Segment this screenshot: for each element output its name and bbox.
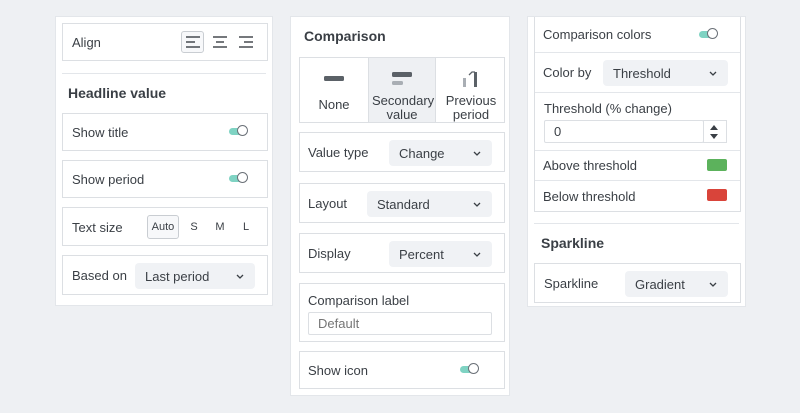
none-icon xyxy=(324,76,344,81)
align-center-icon xyxy=(213,36,227,48)
comparison-option-secondary-value-label: Secondary value xyxy=(372,93,435,122)
text-size-row: Text size Auto S M L xyxy=(62,207,268,246)
threshold-label: Threshold (% change) xyxy=(544,101,672,116)
chevron-down-icon xyxy=(236,274,244,279)
based-on-value: Last period xyxy=(145,268,210,284)
comparison-colors-toggle[interactable] xyxy=(699,28,718,39)
sparkline-label: Sparkline xyxy=(544,276,599,291)
show-icon-label: Show icon xyxy=(308,363,368,378)
sparkline-row: Sparkline Gradient xyxy=(534,263,741,303)
value-type-row: Value type Change xyxy=(299,132,505,172)
text-size-label: Text size xyxy=(72,220,123,235)
above-threshold-color-swatch[interactable] xyxy=(707,159,727,171)
comparison-colors-box: Comparison colors Color by Threshold Thr… xyxy=(534,17,741,212)
text-size-auto[interactable]: Auto xyxy=(147,215,179,239)
layout-row: Layout Standard xyxy=(299,183,505,223)
show-icon-toggle[interactable] xyxy=(460,363,479,374)
comparison-option-secondary-value[interactable]: Secondary value xyxy=(368,58,436,122)
below-threshold-label: Below threshold xyxy=(543,188,636,204)
text-size-m[interactable]: M xyxy=(211,215,229,239)
comparison-option-none-label: None xyxy=(318,97,350,112)
threshold-value: 0 xyxy=(554,124,562,139)
display-select[interactable]: Percent xyxy=(389,241,492,267)
layout-label: Layout xyxy=(308,196,348,211)
chevron-down-icon xyxy=(709,71,717,76)
value-type-value: Change xyxy=(399,145,445,161)
previous-period-icon xyxy=(463,71,477,87)
threshold-stepper[interactable] xyxy=(703,120,727,143)
show-title-label: Show title xyxy=(72,125,129,140)
divider xyxy=(534,223,739,224)
show-period-label: Show period xyxy=(72,172,145,187)
chevron-down-icon xyxy=(473,252,481,257)
align-left-icon xyxy=(186,36,200,48)
align-center-button[interactable] xyxy=(210,31,230,53)
comparison-label-row: Comparison label xyxy=(299,283,505,342)
display-label: Display xyxy=(308,246,351,261)
align-label: Align xyxy=(72,35,101,50)
comparison-option-previous-period[interactable]: Previous period xyxy=(436,58,506,122)
sparkline-heading: Sparkline xyxy=(541,235,605,251)
secondary-value-icon xyxy=(392,72,412,85)
comparison-panel: Comparison None Secondary value Previous… xyxy=(290,16,510,396)
display-row: Display Percent xyxy=(299,233,505,273)
comparison-option-none[interactable]: None xyxy=(300,58,368,122)
threshold-row: Threshold (% change) 0 xyxy=(535,93,740,151)
sparkline-select[interactable]: Gradient xyxy=(625,271,728,297)
color-by-select[interactable]: Threshold xyxy=(603,60,728,86)
value-type-label: Value type xyxy=(308,145,369,160)
layout-select[interactable]: Standard xyxy=(367,191,492,217)
comparison-heading: Comparison xyxy=(304,28,386,44)
display-value: Percent xyxy=(399,246,444,262)
based-on-select[interactable]: Last period xyxy=(135,263,255,289)
colors-panel: Comparison colors Color by Threshold Thr… xyxy=(527,16,746,307)
caret-down-icon[interactable] xyxy=(710,134,718,139)
based-on-row: Based on Last period xyxy=(62,255,268,295)
divider xyxy=(62,73,266,74)
show-title-row: Show title xyxy=(62,113,268,151)
comparison-label-label: Comparison label xyxy=(308,293,410,308)
chevron-down-icon xyxy=(473,151,481,156)
text-size-selector: Auto S M L xyxy=(147,215,257,239)
text-size-s[interactable]: S xyxy=(185,215,203,239)
color-by-value: Threshold xyxy=(613,65,671,81)
align-left-button[interactable] xyxy=(181,31,204,53)
show-period-row: Show period xyxy=(62,160,268,198)
value-type-select[interactable]: Change xyxy=(389,140,492,166)
sparkline-value: Gradient xyxy=(635,276,685,292)
based-on-label: Based on xyxy=(72,268,127,283)
comparison-option-previous-period-label: Previous period xyxy=(445,93,497,122)
align-right-button[interactable] xyxy=(236,31,256,53)
headline-value-heading: Headline value xyxy=(68,85,167,101)
caret-up-icon[interactable] xyxy=(710,125,718,130)
comparison-options: None Secondary value Previous period xyxy=(299,57,505,123)
layout-value: Standard xyxy=(377,196,430,212)
text-size-l[interactable]: L xyxy=(237,215,255,239)
comparison-colors-label: Comparison colors xyxy=(543,27,652,42)
below-threshold-color-swatch[interactable] xyxy=(707,189,727,201)
show-period-toggle[interactable] xyxy=(229,172,248,183)
show-title-toggle[interactable] xyxy=(229,125,248,136)
show-icon-row: Show icon xyxy=(299,351,505,389)
chevron-down-icon xyxy=(709,282,717,287)
comparison-label-input[interactable] xyxy=(308,312,492,335)
align-control: Align xyxy=(62,23,268,61)
threshold-input[interactable]: 0 xyxy=(544,120,704,143)
color-by-label: Color by xyxy=(543,65,592,80)
chevron-down-icon xyxy=(473,202,481,207)
headline-settings-panel: Align Headline value Show title Show per… xyxy=(55,16,273,306)
align-right-icon xyxy=(239,36,253,48)
above-threshold-label: Above threshold xyxy=(543,158,637,173)
